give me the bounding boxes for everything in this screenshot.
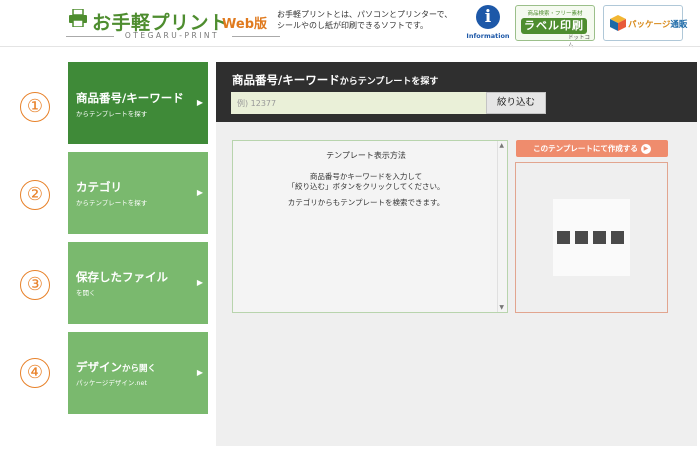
loading-square-icon xyxy=(593,231,606,244)
package-banner-text: パッケージ通販 xyxy=(628,18,687,30)
nav-subtitle: からテンプレートを探す xyxy=(76,199,148,207)
nav-category[interactable]: カテゴリ からテンプレートを探す ▶ xyxy=(68,152,208,234)
chevron-right-icon: ▶ xyxy=(196,368,203,377)
nav-title: 商品番号/キーワード xyxy=(76,90,184,106)
nav-title-text: 保存したファイル xyxy=(76,270,168,284)
loading-square-icon xyxy=(557,231,570,244)
nav-subtitle: からテンプレートを探す xyxy=(76,110,148,118)
scrollbar[interactable] xyxy=(497,141,507,312)
information-icon: i xyxy=(476,5,500,29)
step-number-4: ④ xyxy=(20,358,50,388)
information-label: Information xyxy=(466,32,510,40)
label-print-banner[interactable]: 商品検索・フリー素材 ラベル印刷 ドットコム xyxy=(515,5,595,49)
instructions-panel: ▲ ▼ テンプレート表示方法 商品番号かキーワードを入力して 「絞り込む」ボタン… xyxy=(232,140,508,313)
create-button-label: このテンプレートにて作成する xyxy=(533,144,638,153)
nav-subtitle: パッケージデザイン.net xyxy=(76,379,148,387)
search-title-small: からテンプレートを探す xyxy=(339,77,439,87)
package-cube-icon xyxy=(610,15,626,31)
nav-title-text: カテゴリ xyxy=(76,180,122,194)
nav-title-small: から開く xyxy=(122,364,157,374)
create-from-template-button[interactable]: このテンプレートにて作成する ▶ xyxy=(516,140,668,157)
header: お手軽プリント Web版 OTEGARU-PRINT お手軽プリントとは、パソコ… xyxy=(0,0,700,49)
nav-title-text: 商品番号/キーワード xyxy=(76,91,184,105)
nav-keyword-search[interactable]: 商品番号/キーワード からテンプレートを探す ▶ xyxy=(68,62,208,144)
nav-design[interactable]: デザインから開く パッケージデザイン.net ▶ xyxy=(68,332,208,414)
nav-title-text: デザイン xyxy=(76,360,122,374)
step-number-1: ① xyxy=(20,92,50,122)
package-banner-text-1: パッケージ xyxy=(628,20,671,30)
main-content: 商品番号/キーワードからテンプレートを探す 絞り込む ▲ ▼ テンプレート表示方… xyxy=(216,62,697,446)
logo-rule-right xyxy=(232,36,280,37)
search-input[interactable] xyxy=(231,92,499,114)
chevron-right-icon: ▶ xyxy=(196,188,203,197)
scroll-up-icon[interactable]: ▲ xyxy=(499,142,504,149)
search-bar: 商品番号/キーワードからテンプレートを探す 絞り込む xyxy=(216,62,697,122)
logo-web-badge: Web版 xyxy=(222,17,267,32)
nav-saved-file[interactable]: 保存したファイル を開く ▶ xyxy=(68,242,208,324)
loading-placeholder xyxy=(553,199,630,276)
loading-square-icon xyxy=(611,231,624,244)
chevron-right-icon: ▶ xyxy=(196,98,203,107)
page: お手軽プリント Web版 OTEGARU-PRINT お手軽プリントとは、パソコ… xyxy=(0,0,700,450)
header-description: お手軽プリントとは、パソコンとプリンターで、 シールやのし紙が印刷できるソフトで… xyxy=(277,9,477,31)
nav-subtitle: を開く xyxy=(76,289,96,297)
chevron-right-icon: ▶ xyxy=(196,278,203,287)
logo[interactable]: お手軽プリント Web版 OTEGARU-PRINT xyxy=(66,6,280,42)
package-shop-banner[interactable]: パッケージ通販 xyxy=(603,5,687,41)
instructions-line: 「絞り込む」ボタンをクリックしてください。 xyxy=(287,182,445,191)
step-number-3: ③ xyxy=(20,270,50,300)
instructions-title: テンプレート表示方法 xyxy=(326,151,406,160)
package-banner-text-2: 通販 xyxy=(670,20,688,30)
loading-square-icon xyxy=(575,231,588,244)
description-line: お手軽プリントとは、パソコンとプリンターで、 xyxy=(277,10,453,19)
information-button[interactable]: i Information xyxy=(466,5,510,43)
scroll-down-icon[interactable]: ▼ xyxy=(499,304,504,311)
nav-title: 保存したファイル xyxy=(76,269,168,285)
instructions-line: カテゴリからもテンプレートを検索できます。 xyxy=(287,198,445,207)
template-preview xyxy=(515,162,668,313)
search-title-text: 商品番号/キーワード xyxy=(232,73,340,87)
label-banner-title: ラベル印刷 xyxy=(521,18,587,34)
printer-icon xyxy=(69,9,87,27)
filter-button[interactable]: 絞り込む xyxy=(486,92,546,114)
search-title: 商品番号/キーワードからテンプレートを探す xyxy=(232,72,438,88)
description-line: シールやのし紙が印刷できるソフトです。 xyxy=(277,21,429,30)
step-number-2: ② xyxy=(20,180,50,210)
arrow-right-circle-icon: ▶ xyxy=(640,144,651,154)
nav-title: カテゴリ xyxy=(76,179,122,195)
header-divider xyxy=(0,46,700,47)
label-banner-caption: 商品検索・フリー素材 xyxy=(527,11,583,17)
nav-title: デザインから開く xyxy=(76,359,156,375)
